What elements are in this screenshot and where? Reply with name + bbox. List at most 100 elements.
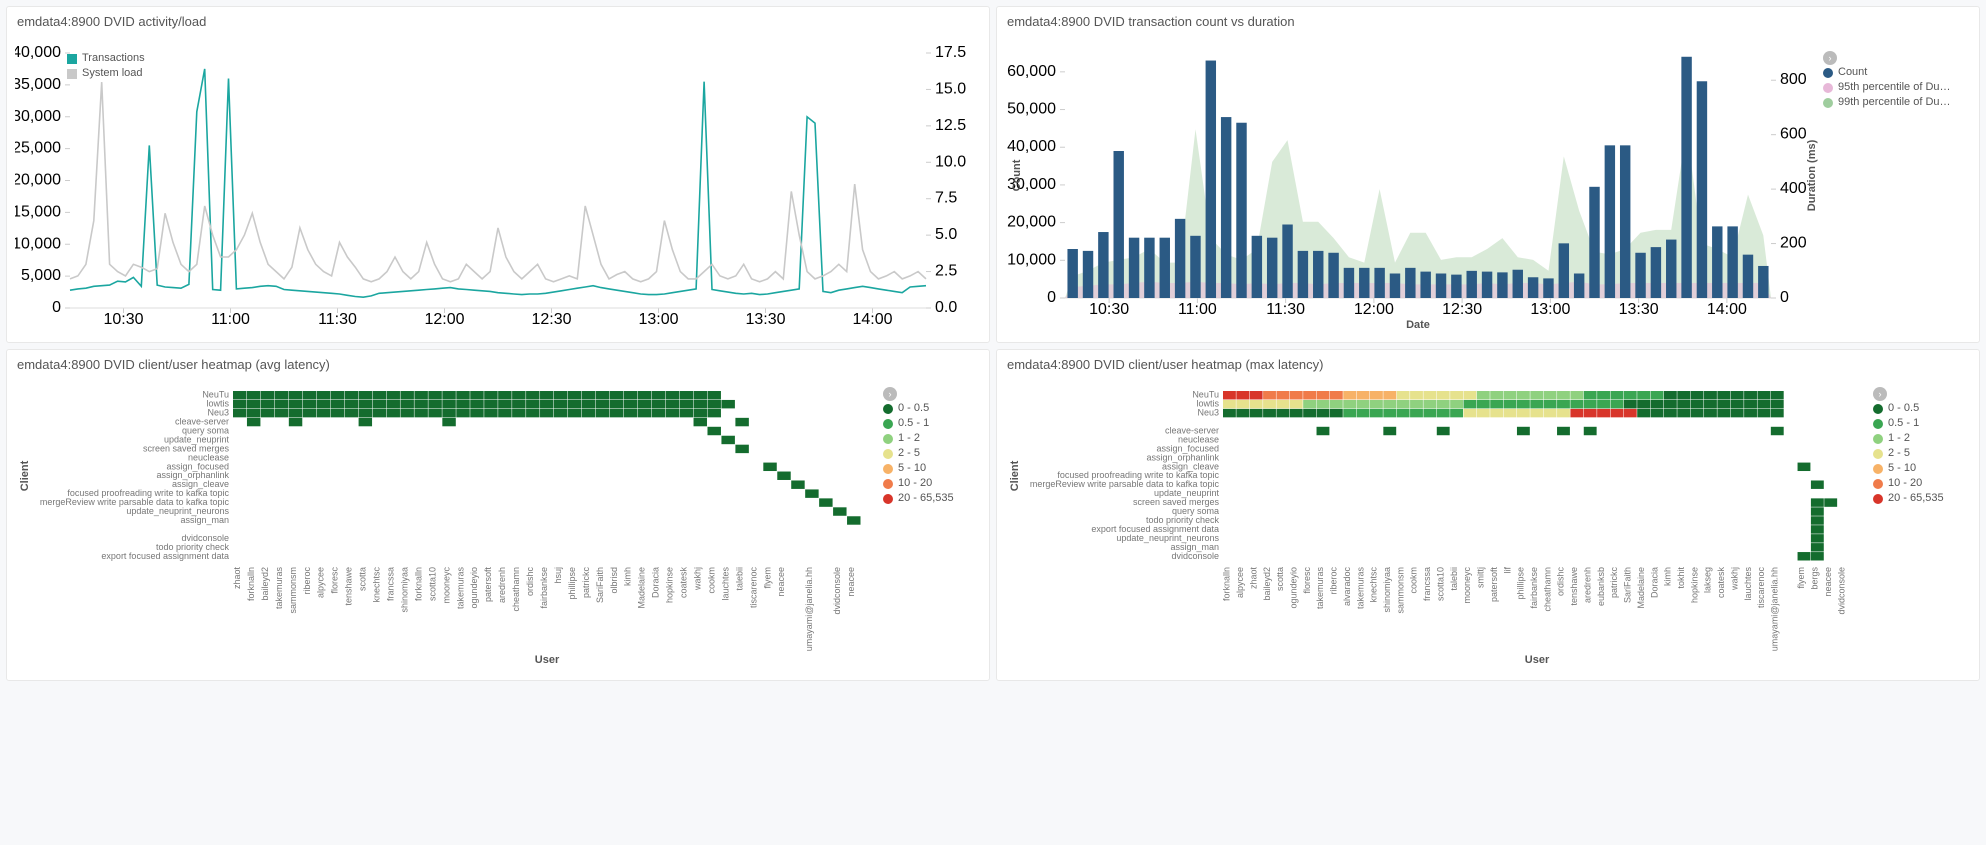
svg-text:takemuras: takemuras [1315, 567, 1325, 610]
panel-heatmap-max: emdata4:8900 DVID client/user heatmap (m… [996, 349, 1980, 681]
svg-text:20,000: 20,000 [1007, 214, 1056, 231]
legend-item: 0.5 - 1 [898, 416, 929, 431]
svg-text:User: User [1525, 654, 1550, 666]
panel-title: emdata4:8900 DVID client/user heatmap (a… [7, 350, 989, 372]
svg-text:0.0: 0.0 [935, 299, 957, 316]
svg-text:tenshawe: tenshawe [344, 567, 354, 606]
svg-text:40,000: 40,000 [15, 44, 61, 61]
svg-text:13:30: 13:30 [745, 311, 785, 328]
svg-text:hopkinse: hopkinse [1689, 567, 1699, 603]
heatmap-avg[interactable]: NeuTulowtisNeu3cleave-serverquery somaup… [15, 376, 981, 671]
chart-heat-avg[interactable]: NeuTulowtisNeu3cleave-serverquery somaup… [7, 372, 989, 680]
svg-text:Duration (ms): Duration (ms) [1806, 139, 1818, 211]
svg-text:2.5: 2.5 [935, 263, 957, 280]
legend-item: 20 - 65,535 [898, 491, 954, 506]
svg-text:smittj: smittj [1476, 567, 1486, 588]
activity-line-chart[interactable]: 05,00010,00015,00020,00025,00030,00035,0… [15, 33, 981, 333]
svg-text:ordishc: ordishc [1556, 567, 1566, 597]
svg-text:floresc: floresc [1302, 567, 1312, 594]
svg-text:mooneyc: mooneyc [441, 567, 451, 604]
svg-text:50,000: 50,000 [1007, 101, 1056, 118]
legend-item: 99th percentile of Du… [1838, 95, 1951, 110]
svg-text:francssa: francssa [385, 567, 395, 601]
svg-text:hopkinse: hopkinse [665, 567, 675, 603]
svg-text:Doracia: Doracia [651, 567, 661, 598]
svg-text:10:30: 10:30 [1089, 301, 1129, 318]
svg-text:lakseg: lakseg [1703, 567, 1713, 593]
chevron-right-icon[interactable]: › [1823, 51, 1837, 65]
legend-item: 2 - 5 [1888, 446, 1910, 461]
svg-text:neacee: neacee [776, 567, 786, 597]
svg-text:12.5: 12.5 [935, 117, 966, 134]
svg-text:11:30: 11:30 [318, 311, 357, 328]
svg-text:floresc: floresc [330, 567, 340, 594]
svg-text:25,000: 25,000 [15, 140, 61, 157]
heatmap-max[interactable]: NeuTulowtisNeu3cleave-serverneucleaseass… [1005, 376, 1971, 671]
svg-text:cheathamn: cheathamn [1542, 567, 1552, 612]
chart-txn[interactable]: 010,00020,00030,00040,00050,00060,000020… [997, 29, 1979, 342]
svg-text:7.5: 7.5 [935, 190, 957, 207]
svg-text:fairbankse: fairbankse [1529, 567, 1539, 609]
svg-text:shinomiyaa: shinomiyaa [399, 567, 409, 613]
svg-text:cheathamn: cheathamn [511, 567, 521, 612]
svg-text:takemuras: takemuras [1355, 567, 1365, 610]
svg-text:knechtsc: knechtsc [1369, 567, 1379, 603]
svg-text:SariFaith: SariFaith [1623, 567, 1633, 603]
chevron-right-icon[interactable]: › [883, 387, 897, 401]
svg-text:60,000: 60,000 [1007, 63, 1056, 80]
svg-text:12:00: 12:00 [424, 311, 464, 328]
svg-text:baileyd2: baileyd2 [260, 567, 270, 601]
svg-text:SariFaith: SariFaith [595, 567, 605, 603]
svg-text:lauchtes: lauchtes [1743, 567, 1753, 601]
svg-text:flyem: flyem [762, 567, 772, 589]
svg-text:sammonsm: sammonsm [1395, 567, 1405, 614]
svg-text:riberoc: riberoc [302, 567, 312, 595]
svg-text:patersoft: patersoft [1489, 567, 1499, 603]
svg-text:flyem: flyem [1796, 567, 1806, 589]
svg-text:35,000: 35,000 [15, 76, 61, 93]
panel-title: emdata4:8900 DVID activity/load [7, 7, 989, 29]
svg-text:5,000: 5,000 [21, 267, 61, 284]
svg-text:umayami@janelia.hh: umayami@janelia.hh [1770, 567, 1780, 651]
svg-text:talebii: talebii [734, 567, 744, 591]
svg-text:hsuj: hsuj [553, 567, 563, 584]
svg-text:Count: Count [1011, 159, 1023, 191]
svg-text:tokhit: tokhit [1676, 567, 1686, 589]
svg-text:knechtsc: knechtsc [372, 567, 382, 603]
svg-text:tiscarenoc: tiscarenoc [1756, 567, 1766, 609]
svg-text:patersoft: patersoft [483, 567, 493, 603]
chart-heat-max[interactable]: NeuTulowtisNeu3cleave-serverneucleaseass… [997, 372, 1979, 680]
legend-item: 10 - 20 [1888, 476, 1922, 491]
svg-text:15.0: 15.0 [935, 80, 966, 97]
chart-activity[interactable]: 05,00010,00015,00020,00025,00030,00035,0… [7, 29, 989, 342]
svg-text:Madelaine: Madelaine [637, 567, 647, 609]
svg-text:eubanksb: eubanksb [1596, 567, 1606, 606]
svg-text:200: 200 [1780, 235, 1807, 252]
svg-text:forknalln: forknalln [246, 567, 256, 601]
svg-text:13:00: 13:00 [1530, 301, 1570, 318]
svg-text:13:00: 13:00 [638, 311, 678, 328]
svg-text:scotta10: scotta10 [1435, 567, 1445, 601]
svg-text:10.0: 10.0 [935, 153, 966, 170]
txn-legend: › Count 95th percentile of Du… 99th perc… [1823, 51, 1973, 110]
svg-text:10,000: 10,000 [1007, 251, 1056, 268]
svg-text:30,000: 30,000 [15, 108, 61, 125]
svg-text:baileyd2: baileyd2 [1262, 567, 1272, 601]
svg-text:12:00: 12:00 [1354, 301, 1394, 318]
chevron-right-icon[interactable]: › [1873, 387, 1887, 401]
svg-text:lif: lif [1502, 567, 1512, 574]
svg-text:14:00: 14:00 [1707, 301, 1747, 318]
heatmap-legend: › 0 - 0.50.5 - 11 - 22 - 55 - 1010 - 202… [1873, 387, 1973, 506]
svg-text:aredrenh: aredrenh [497, 567, 507, 603]
svg-text:wakhj: wakhj [693, 567, 703, 591]
svg-text:mooneyc: mooneyc [1462, 567, 1472, 604]
svg-text:dvidconsole: dvidconsole [1836, 567, 1846, 615]
legend-item: 10 - 20 [898, 476, 932, 491]
svg-text:scotta: scotta [1275, 567, 1285, 591]
svg-text:kimh: kimh [1663, 567, 1673, 586]
svg-text:alpycee: alpycee [1235, 567, 1245, 598]
svg-text:20,000: 20,000 [15, 172, 61, 189]
svg-text:bergs: bergs [1810, 567, 1820, 590]
svg-text:11:00: 11:00 [1178, 301, 1217, 318]
svg-text:forknalln: forknalln [413, 567, 423, 601]
